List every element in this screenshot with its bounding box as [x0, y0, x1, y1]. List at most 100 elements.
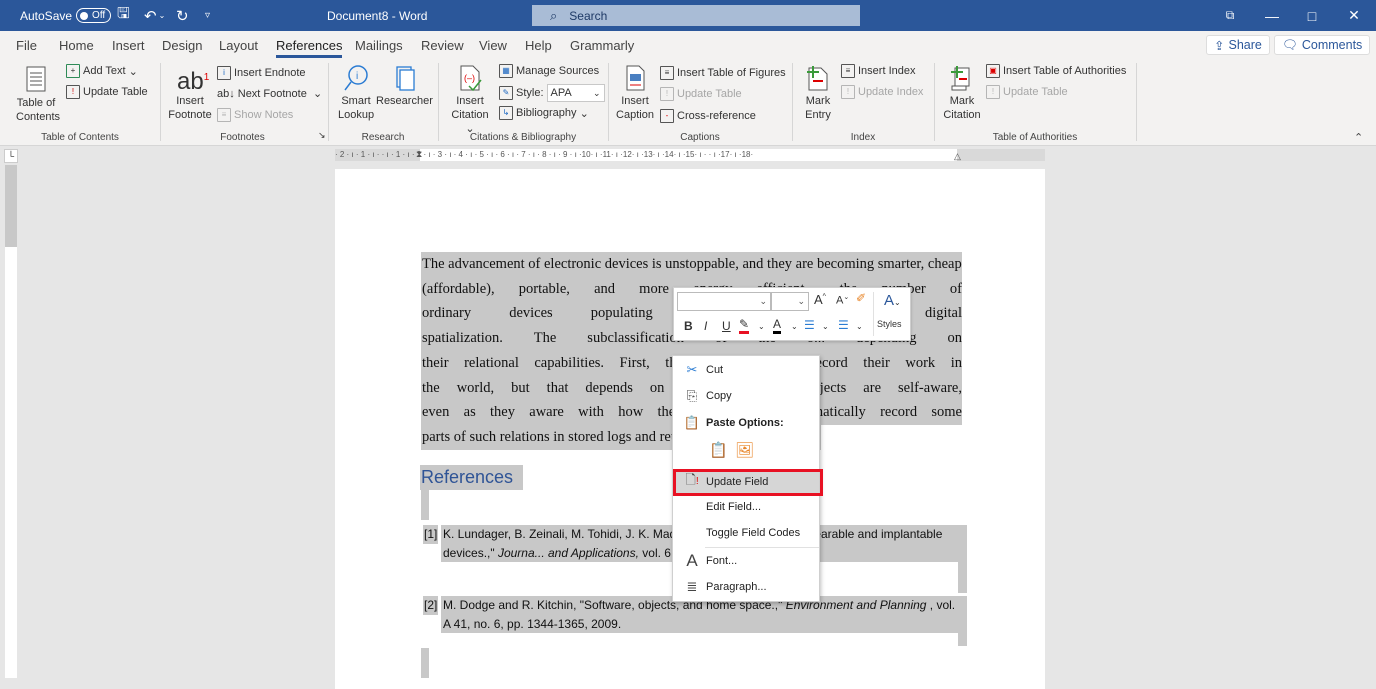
- add-text-button[interactable]: + Add Text ⌄: [66, 64, 138, 78]
- update-table-figures-label: Update Table: [677, 88, 742, 100]
- insert-citation-icon: (–): [457, 64, 483, 92]
- vertical-ruler[interactable]: [5, 165, 17, 678]
- show-notes-button[interactable]: ≡ Show Notes: [217, 108, 293, 122]
- ruler-ticks: · 2 · ı · 1 · ı · · ı · 1 · ı · 2 · ı · …: [335, 150, 754, 159]
- italic-button[interactable]: I: [704, 319, 707, 333]
- font-size-dropdown[interactable]: ⌄: [771, 292, 809, 311]
- menu-item-cut[interactable]: ✂ Cut: [673, 358, 819, 382]
- share-button[interactable]: ⇪ Share: [1206, 35, 1270, 55]
- paste-keep-formatting-icon[interactable]: 📋: [709, 441, 728, 459]
- manage-sources-button[interactable]: ▦ Manage Sources: [499, 64, 599, 78]
- tab-view[interactable]: View: [479, 38, 507, 53]
- shrink-font-icon[interactable]: A⌄: [836, 293, 849, 307]
- chevron-down-icon[interactable]: ⌄: [856, 322, 863, 331]
- tab-insert[interactable]: Insert: [112, 38, 145, 53]
- update-toa-button[interactable]: ! Update Table: [986, 85, 1068, 99]
- smart-lookup-icon: i: [343, 64, 369, 92]
- menu-item-paragraph[interactable]: ≣ Paragraph...: [673, 575, 819, 599]
- ruler-margin-top: [5, 165, 17, 247]
- ribbon-display-icon[interactable]: ⧉: [1208, 0, 1252, 31]
- copy-icon: ⎘: [686, 388, 698, 403]
- maximize-icon[interactable]: □: [1290, 0, 1334, 31]
- paste-picture-icon[interactable]: 🖼: [735, 441, 754, 459]
- paragraph-icon: ≣: [686, 579, 698, 594]
- cross-reference-button[interactable]: - Cross-reference: [660, 109, 756, 123]
- researcher-button[interactable]: Researcher: [376, 64, 433, 108]
- insert-tof-label: Insert Table of Figures: [677, 67, 786, 79]
- style-dropdown[interactable]: APA ⌄: [546, 84, 605, 102]
- style-icon: ✎: [499, 86, 513, 100]
- minimize-icon[interactable]: —: [1250, 0, 1294, 31]
- table-of-contents-button[interactable]: Table of Contents: [8, 66, 64, 124]
- tab-help[interactable]: Help: [525, 38, 552, 53]
- update-table-button[interactable]: ! Update Table: [66, 85, 148, 99]
- tab-references[interactable]: References: [276, 38, 343, 58]
- grow-font-icon[interactable]: A^: [814, 292, 826, 307]
- insert-citation-button[interactable]: (–) Insert Citation ⌄: [444, 64, 496, 136]
- menu-item-copy[interactable]: ⎘ Copy: [673, 384, 819, 408]
- tab-review[interactable]: Review: [421, 38, 464, 53]
- tab-grammarly[interactable]: Grammarly: [570, 38, 634, 53]
- chevron-down-icon[interactable]: ⌄: [758, 322, 765, 331]
- highlight-color-icon[interactable]: ✎: [739, 318, 750, 334]
- chevron-down-icon[interactable]: ⌄: [822, 322, 829, 331]
- search-box[interactable]: ⌕ Search: [532, 5, 860, 26]
- chevron-down-icon: ⌄: [592, 88, 601, 98]
- bibliography-button[interactable]: ↳ Bibliography ⌄: [499, 106, 589, 120]
- tab-file[interactable]: File: [16, 38, 37, 53]
- manage-sources-icon: ▦: [499, 64, 513, 78]
- group-footnotes: Footnotes: [220, 132, 265, 143]
- tab-selector[interactable]: └: [4, 149, 18, 163]
- undo-icon[interactable]: ↶ ⌄: [144, 0, 165, 31]
- customize-qat-icon[interactable]: ▿: [205, 0, 210, 31]
- insert-table-of-figures-button[interactable]: ≡ Insert Table of Figures: [660, 66, 786, 80]
- menu-item-font[interactable]: A Font...: [673, 549, 819, 573]
- footnotes-dialog-launcher[interactable]: ↘: [318, 130, 326, 141]
- autosave-toggle[interactable]: Off: [76, 8, 112, 23]
- svg-text:(–): (–): [464, 73, 475, 83]
- tab-design[interactable]: Design: [162, 38, 202, 53]
- close-icon[interactable]: ✕: [1332, 0, 1376, 31]
- numbering-icon[interactable]: ☰: [838, 318, 849, 332]
- collapse-ribbon-icon[interactable]: ⌃: [1354, 131, 1363, 144]
- update-table-figures-button[interactable]: ! Update Table: [660, 87, 742, 101]
- menu-label: Paragraph...: [706, 581, 767, 593]
- underline-button[interactable]: U: [722, 319, 731, 333]
- tab-home[interactable]: Home: [59, 38, 94, 53]
- menu-item-toggle-field-codes[interactable]: Toggle Field Codes: [673, 521, 819, 545]
- bold-button[interactable]: B: [684, 319, 693, 333]
- mark-entry-label: Mark Entry: [805, 95, 831, 121]
- mark-entry-button[interactable]: Mark Entry: [800, 64, 836, 122]
- font-color-icon[interactable]: A: [773, 318, 782, 334]
- smart-lookup-button[interactable]: i Smart Lookup: [336, 64, 376, 122]
- right-indent-marker[interactable]: △: [954, 150, 961, 161]
- insert-caption-button[interactable]: Insert Caption: [614, 64, 656, 122]
- indent-marker[interactable]: ⧗: [416, 149, 422, 160]
- comments-button[interactable]: 🗨 Comments: [1274, 35, 1371, 55]
- styles-icon[interactable]: A⌄: [884, 292, 901, 309]
- tab-layout[interactable]: Layout: [219, 38, 258, 53]
- mark-citation-button[interactable]: Mark Citation: [940, 64, 984, 122]
- redo-icon[interactable]: ↻: [176, 0, 189, 31]
- insert-endnote-button[interactable]: i Insert Endnote: [217, 66, 306, 80]
- insert-footnote-button[interactable]: ab1 Insert Footnote: [166, 64, 214, 122]
- chevron-down-icon[interactable]: ⌄: [791, 322, 798, 331]
- insert-toa-button[interactable]: ▣ Insert Table of Authorities: [986, 64, 1126, 78]
- references-heading[interactable]: References: [420, 465, 524, 490]
- next-footnote-button[interactable]: ab↓ Next Footnote ⌄: [217, 87, 322, 101]
- autosave[interactable]: AutoSave Off: [20, 0, 112, 31]
- menu-item-edit-field[interactable]: Edit Field...: [673, 495, 819, 519]
- update-index-button[interactable]: ! Update Index: [841, 85, 923, 99]
- font-name-dropdown[interactable]: ⌄: [677, 292, 771, 311]
- horizontal-ruler[interactable]: · 2 · ı · 1 · ı · · ı · 1 · ı · 2 · ı · …: [335, 149, 1045, 161]
- format-painter-icon[interactable]: ✐: [856, 291, 866, 305]
- save-icon[interactable]: 🖫: [117, 0, 130, 31]
- insert-index-button[interactable]: ≡ Insert Index: [841, 64, 915, 78]
- tab-mailings[interactable]: Mailings: [355, 38, 403, 53]
- citation-style: ✎ Style: APA ⌄: [499, 84, 605, 102]
- bibliography-label: Bibliography: [516, 107, 577, 119]
- divider: [608, 63, 609, 141]
- bullets-icon[interactable]: ☰: [804, 318, 815, 332]
- insert-footnote-label: Insert Footnote: [168, 95, 212, 121]
- selection-strip: [421, 648, 429, 678]
